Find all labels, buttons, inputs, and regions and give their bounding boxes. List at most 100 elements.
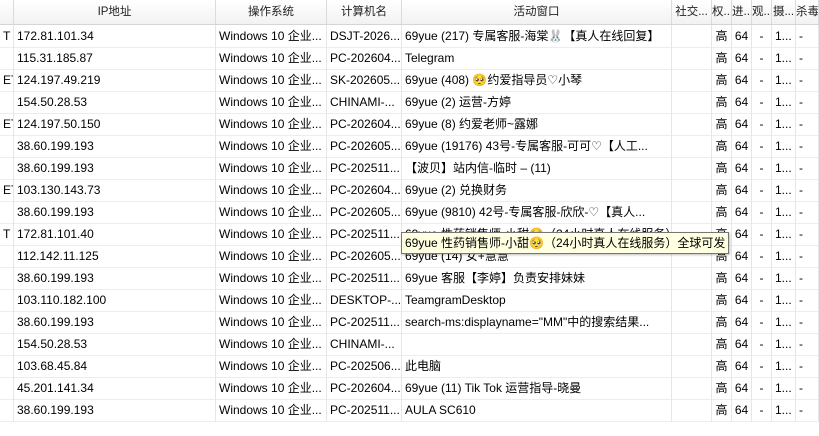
cell-pc: DSJT-2026... <box>327 25 402 47</box>
cell-c0: T <box>0 223 14 245</box>
cell-cam: 1... <box>772 399 796 421</box>
table-row[interactable]: ET124.197.49.219Windows 10 企业...SK-20260… <box>0 69 819 92</box>
cell-ip: 112.142.11.125 <box>14 245 216 267</box>
cell-ip: 103.68.45.84 <box>14 355 216 377</box>
cell-os: Windows 10 企业... <box>216 399 327 421</box>
cell-av: - <box>796 355 819 377</box>
cell-av: - <box>796 289 819 311</box>
table-row[interactable]: 103.68.45.84 Windows 10 企业... PC-202506...… <box>0 355 819 378</box>
cell-proc: 64 <box>732 355 752 377</box>
cell-cam: 1... <box>772 333 796 355</box>
cell-av: - <box>796 267 819 289</box>
column-header-win[interactable]: 活动窗口 <box>402 0 672 24</box>
cell-c0: ET <box>0 113 14 135</box>
cell-ip: 172.81.101.40 <box>14 223 216 245</box>
cell-av: - <box>796 245 819 267</box>
cell-c0 <box>0 289 14 311</box>
cell-c0: ET <box>0 69 14 91</box>
cell-pc: PC-202604... <box>327 113 402 135</box>
cell-pc: PC-202511... <box>327 267 402 289</box>
cell-av: - <box>796 135 819 157</box>
cell-ip: 38.60.199.193 <box>14 267 216 289</box>
cell-win <box>402 333 672 355</box>
cell-pc: PC-202511... <box>327 223 402 245</box>
cell-view: - <box>752 245 772 267</box>
cell-cam: 1... <box>772 179 796 201</box>
table-row[interactable]: T 172.81.101.34 Windows 10 企业... DSJT-2026.… <box>0 25 819 48</box>
cell-pc: PC-202605... <box>327 201 402 223</box>
table-row[interactable]: 103.110.182.100 Windows 10 企业... DESKTOP-.… <box>0 289 819 312</box>
column-header-ip[interactable]: IP地址 <box>14 0 216 24</box>
cell-ip: 38.60.199.193 <box>14 157 216 179</box>
cell-cam: 1... <box>772 47 796 69</box>
cell-os: Windows 10 企业... <box>216 377 327 399</box>
cell-view: - <box>752 377 772 399</box>
cell-win: 69yue (8) 约爱老师~露娜 <box>402 113 672 135</box>
cell-ip: 115.31.185.87 <box>14 47 216 69</box>
table-row[interactable]: 38.60.199.193 Windows 10 企业... PC-202511..… <box>0 157 819 180</box>
cell-proc: 64 <box>732 25 752 47</box>
cell-social <box>672 377 712 399</box>
cell-social <box>672 91 712 113</box>
cell-proc: 64 <box>732 333 752 355</box>
cell-pc: PC-202605... <box>327 245 402 267</box>
cell-pc: PC-202511... <box>327 311 402 333</box>
cell-proc: 64 <box>732 377 752 399</box>
cell-view: - <box>752 47 772 69</box>
cell-pc: PC-202605... <box>327 135 402 157</box>
cell-social <box>672 25 712 47</box>
cell-cam: 1... <box>772 201 796 223</box>
column-header-c0[interactable] <box>0 0 14 24</box>
cell-c0 <box>0 91 14 113</box>
cell-ip: 154.50.28.53 <box>14 333 216 355</box>
table-header: IP地址 操作系统 计算机名 活动窗口 社交... 权... 进... 观... 摄... 杀毒 <box>0 0 819 25</box>
cell-os: Windows 10 企业... <box>216 179 327 201</box>
table-row[interactable]: 38.60.199.193 Windows 10 企业... PC-202605..… <box>0 135 819 158</box>
table-row[interactable]: ET124.197.50.150Windows 10 企业...PC-20260… <box>0 113 819 136</box>
cell-social <box>672 399 712 421</box>
cell-social <box>672 201 712 223</box>
table-row[interactable]: 38.60.199.193 Windows 10 企业... PC-202511..… <box>0 399 819 422</box>
cell-win: 【波贝】站内信-临时 – (11) <box>402 157 672 179</box>
client-list-table[interactable]: IP地址 操作系统 计算机名 活动窗口 社交... 权... 进... 观... 摄... 杀毒 … <box>0 0 819 436</box>
cell-win: 69yue 客服【李婷】负责安排妹妹 <box>402 267 672 289</box>
cell-av: - <box>796 91 819 113</box>
cell-proc: 64 <box>732 223 752 245</box>
cell-win: Telegram <box>402 47 672 69</box>
column-header-os[interactable]: 操作系统 <box>216 0 327 24</box>
column-header-pc[interactable]: 计算机名 <box>327 0 402 24</box>
table-row[interactable]: 154.50.28.53 Windows 10 企业... CHINAMI-... 6… <box>0 91 819 114</box>
cell-perm: 高 <box>712 355 732 377</box>
cell-av: - <box>796 223 819 245</box>
table-row[interactable]: 45.201.141.34 Windows 10 企业... PC-202604..… <box>0 377 819 400</box>
table-row[interactable]: 38.60.199.193 Windows 10 企业... PC-202605..… <box>0 201 819 224</box>
column-header-proc[interactable]: 进... <box>732 0 752 24</box>
table-row[interactable]: 38.60.199.193 Windows 10 企业... PC-202511..… <box>0 311 819 334</box>
cell-cam: 1... <box>772 377 796 399</box>
cell-os: Windows 10 企业... <box>216 69 327 91</box>
cell-pc: PC-202604... <box>327 377 402 399</box>
table-row[interactable]: 38.60.199.193 Windows 10 企业... PC-202511..… <box>0 267 819 290</box>
column-header-cam[interactable]: 摄... <box>772 0 796 24</box>
cell-os: Windows 10 企业... <box>216 267 327 289</box>
cell-cam: 1... <box>772 113 796 135</box>
cell-av: - <box>796 377 819 399</box>
column-header-perm[interactable]: 权... <box>712 0 732 24</box>
table-row[interactable]: 154.50.28.53 Windows 10 企业... CHINAMI-... 高… <box>0 333 819 356</box>
cell-os: Windows 10 企业... <box>216 355 327 377</box>
cell-proc: 64 <box>732 157 752 179</box>
cell-cam: 1... <box>772 245 796 267</box>
table-row[interactable]: ET103.130.143.73Windows 10 企业...PC-20260… <box>0 179 819 202</box>
cell-perm: 高 <box>712 69 732 91</box>
column-header-view[interactable]: 观... <box>752 0 772 24</box>
cell-view: - <box>752 333 772 355</box>
column-header-social[interactable]: 社交... <box>672 0 712 24</box>
cell-social <box>672 179 712 201</box>
cell-perm: 高 <box>712 47 732 69</box>
cell-c0 <box>0 267 14 289</box>
column-header-av[interactable]: 杀毒 <box>796 0 819 24</box>
cell-c0 <box>0 333 14 355</box>
table-row[interactable]: 115.31.185.87 Windows 10 企业... PC-202604..… <box>0 47 819 70</box>
cell-social <box>672 69 712 91</box>
cell-win: 69yue (217) 专属客服-海棠🐰【真人在线回复】 <box>402 25 672 47</box>
